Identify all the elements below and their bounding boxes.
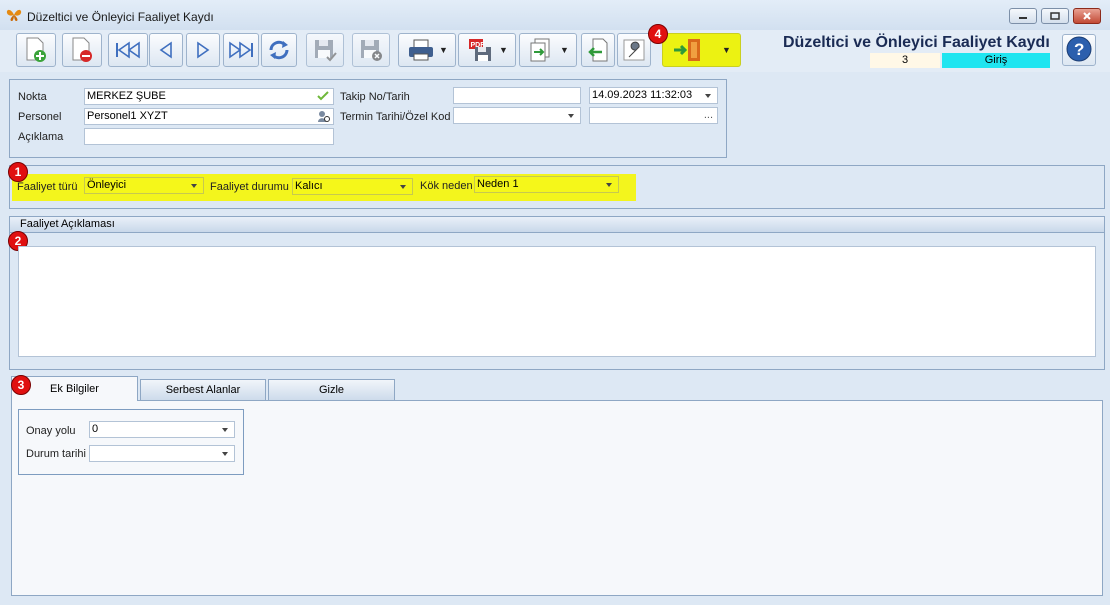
- check-icon[interactable]: [317, 90, 329, 104]
- kok-neden-label: Kök neden: [420, 180, 473, 192]
- nokta-label: Nokta: [18, 91, 47, 103]
- previous-record-icon: [156, 40, 176, 60]
- pdf-dropdown-icon[interactable]: ▼: [499, 45, 508, 55]
- add-record-icon: [24, 37, 48, 63]
- personel-field[interactable]: Personel1 XYZT: [84, 108, 334, 125]
- onay-yolu-value: 0: [92, 423, 99, 435]
- minimize-icon[interactable]: [1009, 8, 1037, 24]
- faaliyet-durumu-value: Kalıcı: [295, 180, 323, 192]
- next-record-icon: [193, 40, 213, 60]
- person-lookup-icon[interactable]: [317, 110, 330, 124]
- faaliyet-durumu-label: Faaliyet durumu: [210, 181, 289, 193]
- cancel-save-button[interactable]: [352, 33, 390, 67]
- annotation-badge-4: 4: [648, 24, 668, 44]
- close-icon[interactable]: [1073, 8, 1101, 24]
- exit-button[interactable]: ▼: [662, 33, 741, 67]
- durum-tarihi-label: Durum tarihi: [26, 448, 86, 460]
- ozel-kod-ellipsis-button[interactable]: ...: [704, 108, 713, 123]
- faaliyet-turu-value: Önleyici: [87, 179, 127, 191]
- delete-record-button[interactable]: [62, 33, 102, 67]
- personel-label: Personel: [18, 111, 62, 123]
- tab-gizle[interactable]: Gizle: [268, 379, 395, 400]
- description-header: Faaliyet Açıklaması: [9, 216, 1105, 233]
- settings-wrench-icon: [621, 37, 647, 63]
- print-button[interactable]: ▼: [398, 33, 456, 67]
- takip-date-field[interactable]: 14.09.2023 11:32:03: [589, 87, 718, 104]
- form-title: Düzeltici ve Önleyici Faaliyet Kaydı: [783, 34, 1050, 51]
- aciklama-label: Açıklama: [18, 131, 64, 143]
- first-record-icon: [113, 40, 143, 60]
- nokta-value: MERKEZ ŞUBE: [87, 90, 166, 102]
- add-record-button[interactable]: [16, 33, 56, 67]
- previous-record-button[interactable]: [149, 33, 183, 67]
- annotation-badge-1: 1: [8, 162, 28, 182]
- takip-no-field[interactable]: [453, 87, 581, 104]
- import-icon: [585, 37, 611, 63]
- aciklama-field[interactable]: [84, 128, 334, 145]
- last-record-button[interactable]: [223, 33, 259, 67]
- durum-tarihi-select[interactable]: [89, 445, 235, 462]
- mode-indicator: Giriş: [942, 53, 1050, 68]
- onay-yolu-label: Onay yolu: [26, 425, 76, 437]
- help-button[interactable]: ?: [1062, 34, 1096, 66]
- butterfly-icon: [6, 8, 22, 22]
- exit-dropdown-icon[interactable]: ▼: [722, 45, 731, 55]
- annotation-badge-3: 3: [11, 375, 31, 395]
- kok-neden-value: Neden 1: [477, 178, 519, 190]
- print-dropdown-icon[interactable]: ▼: [439, 45, 448, 55]
- maximize-icon[interactable]: [1041, 8, 1069, 24]
- first-record-button[interactable]: [108, 33, 148, 67]
- window-title: Düzeltici ve Önleyici Faaliyet Kaydı: [27, 10, 214, 24]
- termin-date-field[interactable]: [453, 107, 581, 124]
- ek-bilgiler-group: [18, 409, 244, 475]
- export-button[interactable]: ▼: [519, 33, 577, 67]
- next-record-button[interactable]: [186, 33, 220, 67]
- takip-label: Takip No/Tarih: [340, 91, 410, 103]
- save-button[interactable]: [306, 33, 344, 67]
- last-record-icon: [226, 40, 256, 60]
- delete-record-icon: [70, 37, 94, 63]
- onay-yolu-select[interactable]: 0: [89, 421, 235, 438]
- faaliyet-durumu-select[interactable]: Kalıcı: [292, 178, 413, 195]
- refresh-icon: [266, 37, 292, 63]
- print-icon: [406, 37, 436, 63]
- settings-button[interactable]: [617, 33, 651, 67]
- pdf-export-icon: PDF: [466, 37, 496, 63]
- import-button[interactable]: [581, 33, 615, 67]
- personel-value: Personel1 XYZT: [87, 110, 168, 122]
- kok-neden-select[interactable]: Neden 1: [474, 176, 619, 193]
- tab-serbest-alanlar[interactable]: Serbest Alanlar: [140, 379, 266, 400]
- description-textarea[interactable]: [18, 246, 1096, 357]
- termin-label: Termin Tarihi/Özel Kod: [340, 111, 451, 123]
- export-dropdown-icon[interactable]: ▼: [560, 45, 569, 55]
- save-icon: [312, 37, 338, 63]
- ozel-kod-field[interactable]: ...: [589, 107, 718, 124]
- pdf-export-button[interactable]: PDF ▼: [458, 33, 516, 67]
- exit-door-icon: [672, 36, 706, 64]
- takip-date-value: 14.09.2023 11:32:03: [592, 89, 693, 101]
- record-count: 3: [870, 53, 940, 68]
- cancel-save-icon: [358, 37, 384, 63]
- faaliyet-turu-select[interactable]: Önleyici: [84, 177, 204, 194]
- faaliyet-turu-label: Faaliyet türü: [17, 181, 78, 193]
- nokta-field[interactable]: MERKEZ ŞUBE: [84, 88, 334, 105]
- export-icon: [527, 37, 557, 63]
- svg-text:?: ?: [1074, 40, 1084, 59]
- help-icon: ?: [1066, 36, 1092, 65]
- refresh-button[interactable]: [261, 33, 297, 67]
